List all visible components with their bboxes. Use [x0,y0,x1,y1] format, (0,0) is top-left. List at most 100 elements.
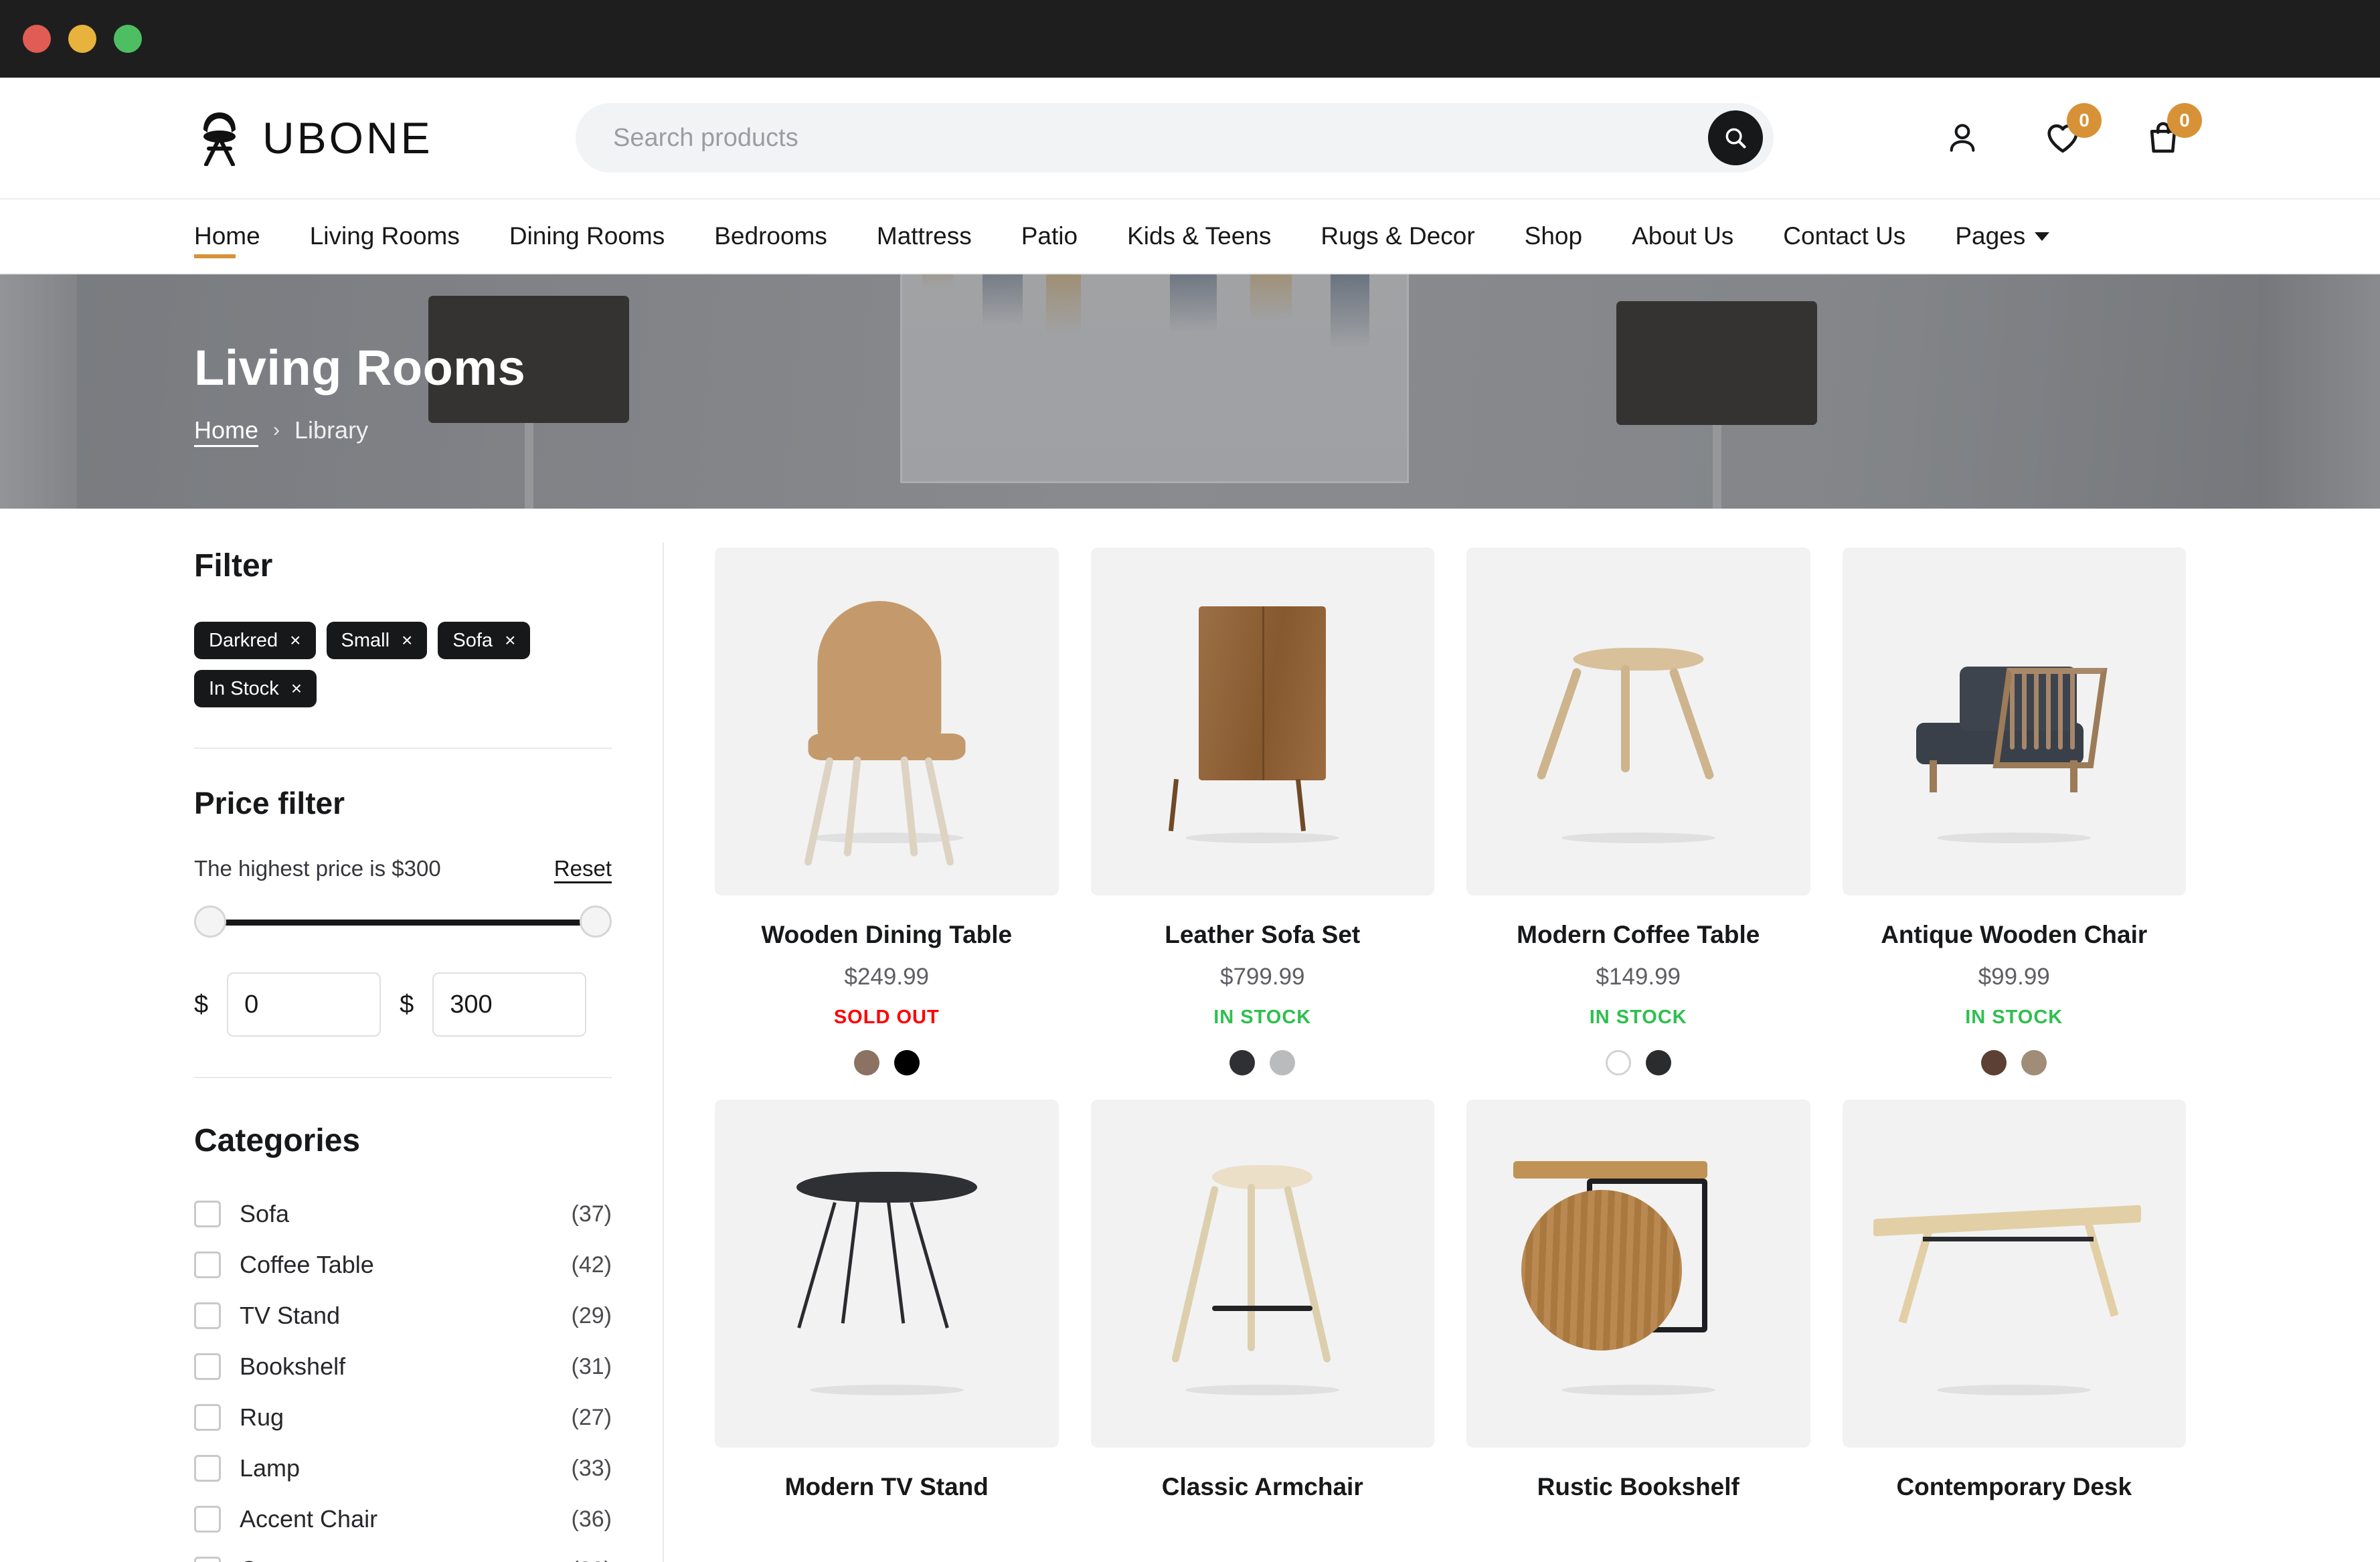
checkbox-icon[interactable] [194,1404,221,1431]
product-image-classic-armchair[interactable] [1091,1100,1435,1448]
category-row-sofa[interactable]: Sofa (37) [194,1189,612,1239]
breadcrumb-home[interactable]: Home [194,416,258,444]
filter-chip-in-stock[interactable]: In Stock × [194,670,317,707]
slider-max-handle[interactable] [580,905,612,938]
product-card[interactable]: Modern TV Stand [715,1100,1059,1501]
color-swatch-light-gray[interactable] [1270,1050,1295,1075]
window-close-button[interactable] [23,25,51,53]
hero-banner: Living Rooms Home › Library [0,274,2380,509]
price-range-slider[interactable] [194,905,612,938]
product-card[interactable]: Rustic Bookshelf [1466,1100,1810,1501]
category-row-coffee-table[interactable]: Coffee Table (42) [194,1239,612,1290]
product-image-rustic-bookshelf[interactable] [1466,1100,1810,1448]
window-minimize-button[interactable] [68,25,96,53]
category-label: Rug [240,1403,284,1431]
price-max-input[interactable] [450,990,569,1019]
category-row-rug[interactable]: Rug (27) [194,1392,612,1443]
nav-item-kids-teens[interactable]: Kids & Teens [1102,222,1296,250]
product-image-leather-sofa-set[interactable] [1091,547,1435,895]
search-icon [1723,125,1748,151]
category-label: Sofa [240,1200,289,1228]
nav-label: Contact Us [1783,222,1905,250]
product-card[interactable]: Classic Armchair [1091,1100,1435,1501]
cart-button[interactable]: 0 [2140,115,2186,161]
price-max-field[interactable] [432,972,586,1037]
nav-item-pages[interactable]: Pages [1930,222,2074,250]
checkbox-icon[interactable] [194,1201,221,1227]
category-label: Coffee Table [240,1251,374,1279]
color-swatch-dark-brown[interactable] [1981,1050,2007,1075]
checkbox-icon[interactable] [194,1302,221,1329]
checkbox-icon[interactable] [194,1557,221,1562]
site-header: UBONE 0 [0,78,2380,198]
checkbox-icon[interactable] [194,1251,221,1278]
nav-item-living-rooms[interactable]: Living Rooms [285,222,485,250]
product-card[interactable]: Contemporary Desk [1843,1100,2187,1501]
product-image-antique-wooden-chair[interactable] [1843,547,2187,895]
nav-item-patio[interactable]: Patio [997,222,1102,250]
search-submit-button[interactable] [1708,110,1763,165]
filter-chip-darkred[interactable]: Darkred × [194,622,316,659]
nav-item-dining-rooms[interactable]: Dining Rooms [485,222,689,250]
category-row-bookshelf[interactable]: Bookshelf (31) [194,1341,612,1392]
color-swatch-charcoal[interactable] [1229,1050,1255,1075]
product-color-swatches [1981,1050,2047,1075]
product-card[interactable]: Leather Sofa Set $799.99 IN STOCK [1091,547,1435,1075]
category-row-accent-chair[interactable]: Accent Chair (36) [194,1494,612,1545]
product-color-swatches [854,1050,920,1075]
category-count: (27) [572,1405,612,1431]
product-image-modern-tv-stand[interactable] [715,1100,1059,1448]
nav-item-home[interactable]: Home [194,222,285,250]
close-icon[interactable]: × [291,679,302,698]
nav-item-mattress[interactable]: Mattress [852,222,997,250]
nav-item-rugs-decor[interactable]: Rugs & Decor [1296,222,1499,250]
nav-item-contact-us[interactable]: Contact Us [1758,222,1930,250]
product-stock-status: SOLD OUT [834,1007,940,1029]
color-swatch-taupe[interactable] [2021,1050,2047,1075]
search-bar[interactable] [576,103,1774,173]
product-image-modern-coffee-table[interactable] [1466,547,1810,895]
nav-item-bedrooms[interactable]: Bedrooms [689,222,852,250]
nav-label: Pages [1955,222,2025,250]
filter-chip-sofa[interactable]: Sofa × [438,622,530,659]
chevron-down-icon [2035,232,2049,241]
color-swatch-brown[interactable] [854,1050,879,1075]
account-button[interactable] [1940,115,1985,161]
wishlist-button[interactable]: 0 [2040,115,2086,161]
site-logo[interactable]: UBONE [194,110,542,166]
nav-item-about-us[interactable]: About Us [1607,222,1758,250]
price-min-input[interactable] [244,990,363,1019]
price-filter-heading: Price filter [194,785,612,821]
color-swatch-white[interactable] [1606,1050,1631,1075]
color-swatch-black[interactable] [1646,1050,1671,1075]
price-min-field[interactable] [227,972,381,1037]
category-row-tv-stand[interactable]: TV Stand (29) [194,1290,612,1341]
reset-price-button[interactable]: Reset [554,856,612,881]
product-card[interactable]: Modern Coffee Table $149.99 IN STOCK [1466,547,1810,1075]
product-image-contemporary-desk[interactable] [1843,1100,2187,1448]
breadcrumb-separator: › [273,419,280,442]
product-image-wooden-dining-table[interactable] [715,547,1059,895]
product-card[interactable]: Wooden Dining Table $249.99 SOLD OUT [715,547,1059,1075]
chip-label: Sofa [452,630,493,652]
close-icon[interactable]: × [505,631,515,650]
color-swatch-black[interactable] [894,1050,920,1075]
category-row-ottoman[interactable]: Ottoman (30) [194,1545,612,1562]
search-input[interactable] [613,124,1708,153]
category-row-lamp[interactable]: Lamp (33) [194,1443,612,1494]
category-label: Lamp [240,1454,300,1482]
close-icon[interactable]: × [290,631,301,650]
product-card[interactable]: Antique Wooden Chair $99.99 IN STOCK [1843,547,2187,1075]
nav-label: Home [194,222,260,250]
checkbox-icon[interactable] [194,1455,221,1482]
price-input-row: $ $ [194,972,612,1037]
checkbox-icon[interactable] [194,1506,221,1533]
window-maximize-button[interactable] [114,25,142,53]
nav-item-shop[interactable]: Shop [1500,222,1607,250]
filter-chip-small[interactable]: Small × [327,622,428,659]
close-icon[interactable]: × [402,631,412,650]
product-name: Modern TV Stand [785,1473,989,1501]
checkbox-icon[interactable] [194,1353,221,1380]
slider-min-handle[interactable] [194,905,226,938]
hero-content: Living Rooms Home › Library [194,274,525,509]
